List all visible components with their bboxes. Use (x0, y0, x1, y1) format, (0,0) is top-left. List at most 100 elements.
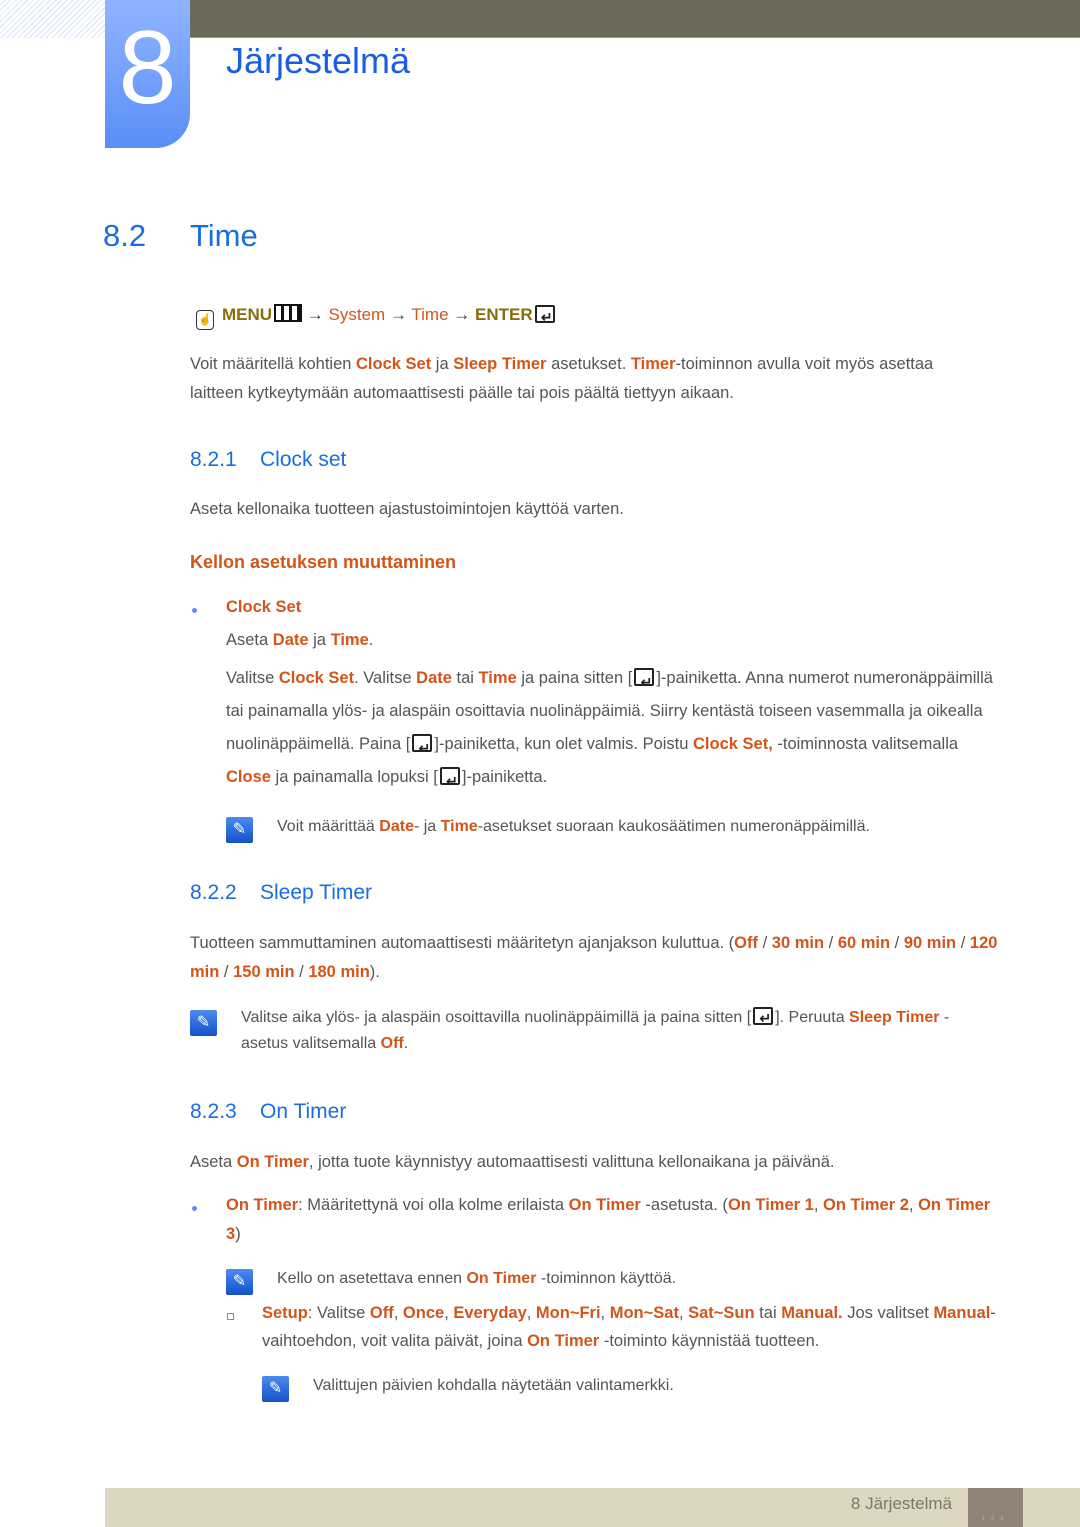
enter-icon (534, 303, 555, 332)
chapter-title: Järjestelmä (226, 40, 411, 81)
text-segment: / (890, 934, 904, 952)
highlight-term: On Timer 1 (727, 1196, 814, 1214)
highlight-term: On Timer (527, 1332, 600, 1350)
highlight-term: Date (272, 631, 309, 649)
text-segment: asetukset. (546, 355, 631, 373)
highlight-term: On Timer (466, 1270, 537, 1287)
text-segment: . (368, 631, 374, 649)
highlight-term: Manual. (781, 1304, 843, 1322)
highlight-term: Manual (933, 1304, 991, 1322)
subsection-number: 8.2.1 (190, 448, 237, 471)
header-hatch (0, 0, 105, 38)
text-segment: Voit määrittää (277, 818, 380, 835)
arrow: → (306, 305, 324, 324)
text-segment: ja paina sitten [ (516, 669, 633, 687)
note-icon: ✎ (226, 817, 253, 843)
intro-paragraph: Voit määritellä kohtien Clock Set ja Sle… (190, 350, 990, 408)
note-text: Kello on asetettava ennen On Timer -toim… (277, 1264, 676, 1293)
text-segment: -toiminnon käyttöä. (536, 1270, 677, 1287)
highlight-term: On Timer 2 (823, 1196, 909, 1214)
menu-label: MENU (222, 305, 273, 324)
text-segment: ja (431, 355, 454, 373)
text-segment: ja painamalla lopuksi [ (270, 768, 438, 786)
highlight-term: 60 min (837, 934, 891, 952)
text-segment: Valittujen päivien kohdalla näytetään va… (313, 1377, 674, 1394)
clock-paragraph: Valitse Clock Set. Valitse Date tai Time… (226, 662, 1001, 798)
subsection-title: Sleep Timer (260, 881, 373, 904)
highlight-term: Time (478, 669, 517, 687)
menu-system: System (328, 305, 386, 324)
highlight-term: Sat~Sun (688, 1304, 755, 1322)
setup-text: Setup: Valitse Off, Once, Everyday, Mon~… (262, 1299, 1002, 1355)
note-text: Valittujen päivien kohdalla näytetään va… (313, 1371, 674, 1400)
section-number: 8.2 (103, 218, 147, 253)
highlight-term: Sleep Timer (453, 355, 547, 373)
text-segment: ) (235, 1225, 241, 1243)
text-segment: / (824, 934, 838, 952)
highlight-term: Clock Set (278, 669, 355, 687)
highlight-term: Mon~Sat (609, 1304, 679, 1322)
text-segment: Voit määritellä kohtien (190, 355, 357, 373)
note-icon: ✎ (226, 1269, 253, 1295)
text-segment: ]. Peruuta (775, 1009, 850, 1026)
text-segment: -asetukset suoraan kaukosäätimen numeron… (477, 818, 870, 835)
text-segment: , (393, 1304, 403, 1322)
text-segment: -toiminto käynnistää tuotteen. (599, 1332, 820, 1350)
highlight-term: Timer (630, 355, 676, 373)
arrow: → (453, 305, 471, 324)
text-segment: tai (451, 669, 479, 687)
text-segment: / (219, 963, 234, 981)
menu-path: ☝ MENU → System → Time → ENTER (196, 300, 557, 332)
menu-time: Time (411, 305, 449, 324)
text-segment: Valitse aika ylös- ja alaspäin osoittavi… (241, 1009, 752, 1026)
square-bullet-icon (227, 1313, 234, 1320)
text-segment: tai (754, 1304, 782, 1322)
section-title: Time (190, 218, 258, 253)
subsection-number: 8.2.2 (190, 881, 237, 904)
text-segment: ja (308, 631, 331, 649)
text-segment: , (600, 1304, 610, 1322)
highlight-term: Clock Set (356, 355, 432, 373)
highlight-term: Setup (262, 1304, 308, 1322)
highlight-term: Time (440, 818, 478, 835)
text-segment: / (956, 934, 970, 952)
highlight-term: Off (734, 934, 758, 952)
footer-label: 8 Järjestelmä (850, 1494, 952, 1513)
note-text: Valitse aika ylös- ja alaspäin osoittavi… (241, 1005, 986, 1057)
note-icon: ✎ (262, 1376, 289, 1402)
text-segment: . (403, 1035, 409, 1052)
chapter-number: 8 (105, 0, 190, 148)
bullet-icon (192, 1206, 197, 1211)
clock-desc: Aseta kellonaika tuotteen ajastustoimint… (190, 495, 624, 524)
highlight-term: Sleep Timer (849, 1009, 940, 1026)
text-segment: ). (369, 963, 380, 981)
text-segment: , (526, 1304, 536, 1322)
text-segment: ]-painiketta. (461, 768, 548, 786)
page-number: 123 (968, 1488, 1023, 1527)
text-segment: : Valitse (307, 1304, 370, 1322)
bullet-title: Clock Set (226, 598, 302, 616)
text-segment: : Määritettynä voi olla kolme erilaista (298, 1196, 569, 1214)
text-segment: . Valitse (354, 669, 417, 687)
ontimer-desc: Aseta On Timer, jotta tuote käynnistyy a… (190, 1148, 834, 1177)
text-segment: Aseta (190, 1153, 237, 1171)
subsection-title: On Timer (260, 1100, 347, 1123)
highlight-term: Off (380, 1035, 404, 1052)
note-icon: ✎ (190, 1010, 217, 1036)
bullet-icon (192, 608, 197, 613)
header-bar (190, 0, 1080, 38)
text-segment: -toiminnosta valitsemalla (772, 735, 959, 753)
note-text: Voit määrittää Date- ja Time-asetukset s… (277, 812, 870, 841)
enter-icon (412, 732, 433, 765)
arrow: → (389, 305, 407, 324)
text-segment: / (758, 934, 772, 952)
menu-enter: ENTER (475, 305, 533, 324)
text-segment: , (908, 1196, 919, 1214)
text-segment: Kello on asetettava ennen (277, 1270, 467, 1287)
menu-icon (274, 304, 303, 322)
remote-hand-icon: ☝ (196, 310, 214, 330)
highlight-term: Off (369, 1304, 394, 1322)
sleep-desc: Tuotteen sammuttaminen automaattisesti m… (190, 929, 1005, 987)
highlight-term: Time (330, 631, 369, 649)
clock-line: Aseta Date ja Time. (226, 626, 373, 655)
